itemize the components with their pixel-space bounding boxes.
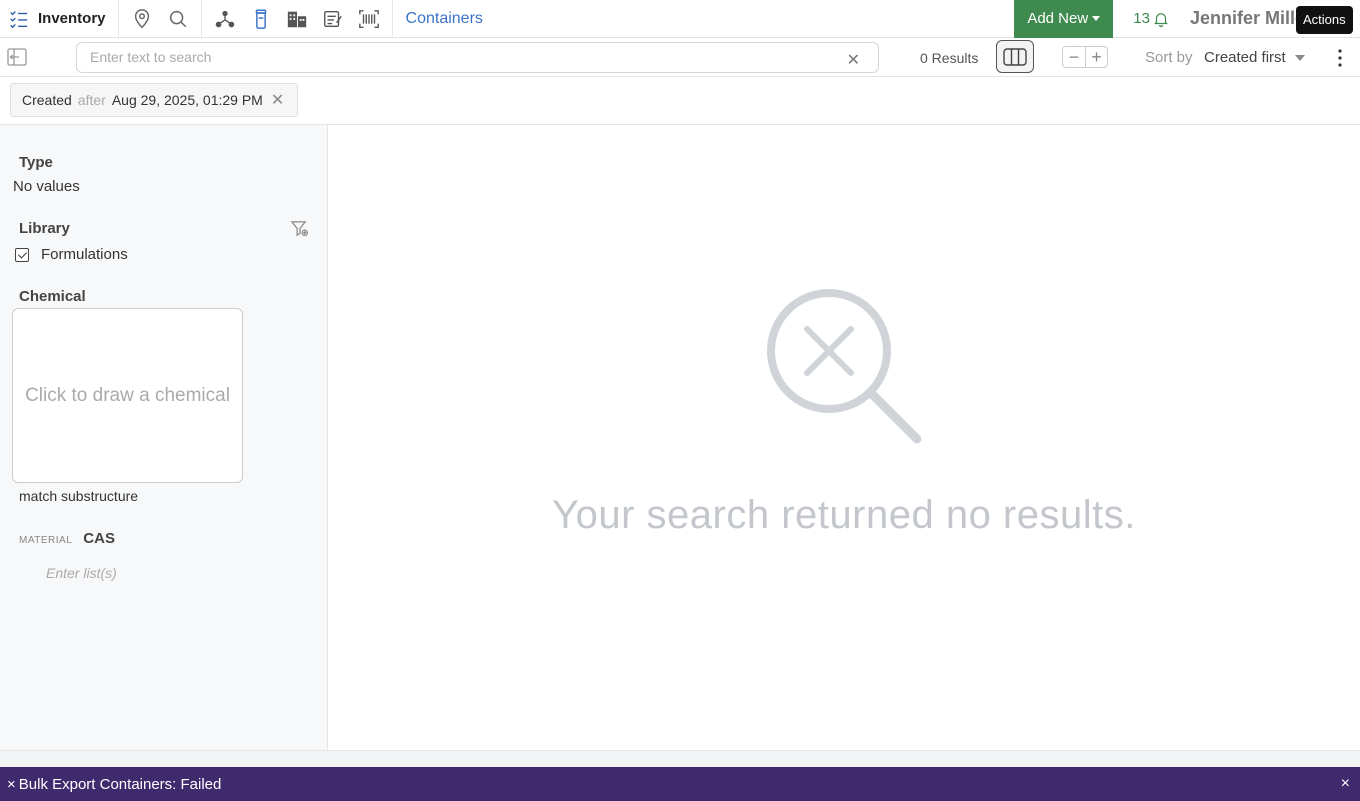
chemical-draw-area[interactable]: Click to draw a chemical	[12, 308, 243, 483]
facet-title-chemical: Chemical	[19, 288, 86, 305]
library-option-formulations[interactable]: Formulations	[15, 246, 128, 263]
clear-search-icon[interactable]: ✕	[847, 50, 860, 70]
add-new-button[interactable]: Add New	[1014, 0, 1114, 38]
zoom-out-button[interactable]: −	[1063, 47, 1085, 67]
inventory-list-icon	[10, 10, 28, 28]
bell-icon	[1154, 12, 1168, 27]
chevron-down-icon	[1092, 16, 1101, 21]
status-strip	[0, 750, 1360, 767]
notifications-button[interactable]: 13	[1133, 10, 1170, 28]
notification-count: 13	[1133, 10, 1150, 27]
facet-title-library: Library	[19, 220, 70, 237]
sort-dropdown[interactable]: Created first	[1204, 49, 1305, 66]
no-results-search-icon	[767, 289, 922, 444]
notes-icon[interactable]	[322, 8, 344, 30]
nav-search-group	[119, 0, 202, 38]
cas-prefix: MATERIAL	[19, 535, 73, 546]
filter-field: Created	[22, 92, 72, 108]
active-filters-bar: Created after Aug 29, 2025, 01:29 PM ✕	[0, 77, 1360, 125]
location-pin-icon[interactable]	[131, 8, 153, 30]
facet-title-cas: CAS	[83, 530, 115, 547]
library-option-label: Formulations	[41, 246, 128, 263]
search-toolbar: ✕ 0 Results − + Sort by Created first	[0, 38, 1360, 77]
toast-message: Bulk Export Containers: Failed	[18, 775, 222, 793]
checkbox[interactable]	[15, 247, 29, 262]
facet-cas-header: MATERIAL CAS	[19, 530, 115, 547]
add-new-label: Add New	[1027, 10, 1089, 27]
search-icon[interactable]	[167, 8, 189, 30]
filter-value: Aug 29, 2025, 01:29 PM	[111, 92, 263, 108]
search-box: ✕	[76, 42, 879, 73]
toast-notification: × Bulk Export Containers: Failed ×	[0, 767, 1360, 801]
results-count: 0 Results	[920, 50, 979, 66]
zoom-controls: − +	[1062, 46, 1108, 68]
facet-title-type: Type	[19, 154, 53, 171]
filter-operator: after	[77, 92, 106, 108]
more-actions-icon[interactable]	[1332, 48, 1348, 68]
filter-chip-created[interactable]: Created after Aug 29, 2025, 01:29 PM ✕	[10, 83, 298, 117]
user-menu[interactable]: Jennifer Miller	[1190, 8, 1312, 29]
brand-label: Inventory	[38, 10, 106, 27]
match-substructure-label[interactable]: match substructure	[19, 488, 138, 504]
actions-tooltip: Actions	[1296, 6, 1353, 34]
container-icon[interactable]	[250, 8, 272, 30]
remove-filter-icon[interactable]: ✕	[271, 90, 284, 110]
columns-icon	[1003, 47, 1027, 66]
chevron-down-icon	[1294, 54, 1305, 61]
column-view-button[interactable]	[996, 40, 1034, 73]
brand-home[interactable]: Inventory	[0, 0, 119, 38]
error-x-icon: ×	[7, 775, 16, 793]
sort-by-label: Sort by	[1145, 49, 1193, 66]
zoom-in-button[interactable]: +	[1085, 47, 1107, 67]
buildings-icon[interactable]	[286, 8, 308, 30]
breadcrumb-containers[interactable]: Containers	[406, 10, 483, 28]
facet-type-empty: No values	[13, 178, 80, 195]
cas-list-input[interactable]	[46, 565, 296, 581]
draw-prompt: Click to draw a chemical	[25, 384, 230, 406]
facet-sidebar: Type No values Library Formulations Chem…	[0, 125, 328, 750]
filter-settings-icon[interactable]	[290, 219, 309, 238]
nav-module-group	[202, 0, 393, 38]
close-toast-icon[interactable]: ×	[1341, 775, 1350, 793]
sidebar-toggle-icon[interactable]	[7, 48, 27, 66]
search-input[interactable]	[90, 49, 830, 65]
top-navbar: Inventory Containers Add New 13 Jennifer…	[0, 0, 1360, 38]
sort-value: Created first	[1204, 49, 1286, 66]
barcode-scan-icon[interactable]	[358, 8, 380, 30]
results-area: Your search returned no results.	[328, 125, 1360, 750]
empty-state-message: Your search returned no results.	[552, 493, 1136, 537]
molecule-icon[interactable]	[214, 8, 236, 30]
